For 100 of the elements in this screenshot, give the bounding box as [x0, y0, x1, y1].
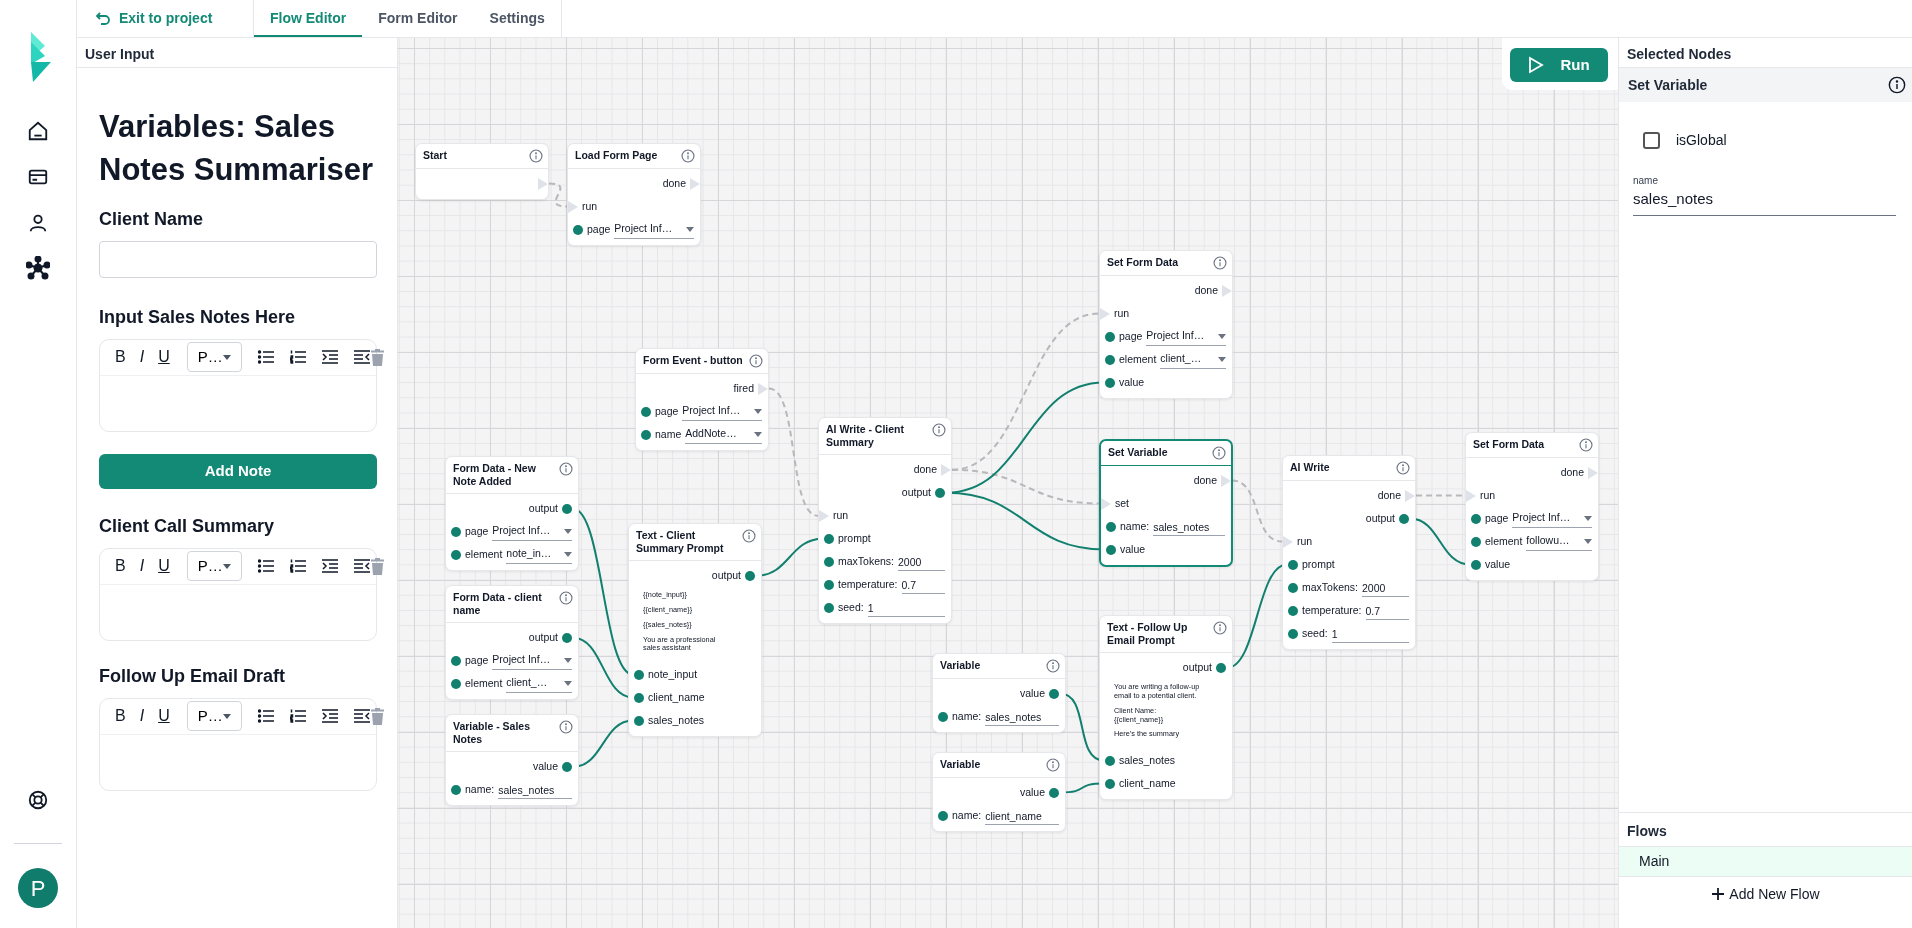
- outdent-icon[interactable]: [354, 709, 370, 724]
- data-port[interactable]: [562, 632, 572, 643]
- flow-node[interactable]: Form Data - New Note Added output page Project Inf… element note_in…: [445, 456, 579, 572]
- data-port[interactable]: [1049, 787, 1059, 798]
- data-port[interactable]: [634, 669, 644, 680]
- node-input-field[interactable]: 1: [867, 598, 945, 617]
- numbered-list-icon[interactable]: [290, 709, 306, 724]
- data-port[interactable]: [573, 224, 583, 235]
- flow-node[interactable]: Set Form Data done run page Project Inf… element client_… value: [1099, 250, 1233, 399]
- flow-node[interactable]: Form Event - button fired page Project Inf… name AddNote…: [635, 348, 769, 451]
- data-port[interactable]: [935, 487, 945, 498]
- editor-tab[interactable]: Form Editor: [362, 0, 474, 37]
- format-button[interactable]: B: [108, 554, 133, 579]
- bullet-list-icon[interactable]: [258, 350, 274, 365]
- node-dropdown[interactable]: followu…: [1526, 532, 1592, 551]
- format-button[interactable]: U: [151, 345, 177, 370]
- data-port[interactable]: [1288, 605, 1298, 616]
- add-note-button[interactable]: Add Note: [99, 453, 377, 489]
- node-dropdown[interactable]: client_…: [1160, 350, 1226, 369]
- data-port[interactable]: [1105, 377, 1115, 388]
- indent-icon[interactable]: [322, 559, 338, 574]
- node-dropdown[interactable]: client_…: [506, 674, 572, 693]
- data-port[interactable]: [824, 602, 834, 613]
- outdent-icon[interactable]: [354, 559, 370, 574]
- data-port[interactable]: [1288, 559, 1298, 570]
- data-port[interactable]: [1105, 354, 1115, 365]
- numbered-list-icon[interactable]: [290, 350, 306, 365]
- node-input-field[interactable]: 0.7: [901, 575, 945, 594]
- data-port[interactable]: [1399, 513, 1409, 524]
- data-port[interactable]: [641, 429, 651, 440]
- node-dropdown[interactable]: note_in…: [506, 545, 572, 564]
- block-format-dropdown[interactable]: P…: [186, 342, 242, 373]
- block-format-dropdown[interactable]: P…: [186, 551, 242, 582]
- flow-node[interactable]: Variable - Sales Notes value name: sales_notes: [445, 714, 579, 807]
- format-button[interactable]: U: [151, 554, 177, 579]
- editor-tab[interactable]: Settings: [473, 0, 561, 37]
- data-port[interactable]: [938, 810, 948, 821]
- node-dropdown[interactable]: Project Inf…: [614, 220, 694, 239]
- node-input-field[interactable]: sales_notes: [498, 780, 572, 799]
- user-icon[interactable]: [27, 212, 49, 234]
- data-port[interactable]: [745, 570, 755, 581]
- data-port[interactable]: [634, 715, 644, 726]
- format-button[interactable]: I: [132, 704, 152, 729]
- home-icon[interactable]: [27, 120, 49, 142]
- flow-node[interactable]: Form Data - client name output page Project Inf… element client_…: [445, 585, 579, 701]
- flow-node[interactable]: AI Write - Client Summary done output run prompt maxTokens: 2000 temperature: 0.7 seed: 1: [818, 417, 952, 625]
- data-port[interactable]: [562, 503, 572, 514]
- format-button[interactable]: B: [108, 704, 133, 729]
- node-input-field[interactable]: sales_notes: [985, 707, 1059, 726]
- data-port[interactable]: [1105, 778, 1115, 789]
- data-port[interactable]: [824, 556, 834, 567]
- node-input-field[interactable]: 1: [1331, 624, 1409, 643]
- help-icon[interactable]: [27, 789, 49, 811]
- format-button[interactable]: I: [132, 345, 152, 370]
- flow-item[interactable]: Main: [1619, 845, 1912, 877]
- data-port[interactable]: [1105, 331, 1115, 342]
- data-port[interactable]: [641, 406, 651, 417]
- data-port[interactable]: [1471, 536, 1481, 547]
- exit-to-project-link[interactable]: Exit to project: [77, 0, 246, 37]
- block-format-dropdown[interactable]: P…: [186, 701, 242, 732]
- flow-node[interactable]: AI Write done output run prompt maxTokens: 2000 temperature: 0.7 seed: 1: [1282, 455, 1416, 650]
- data-port[interactable]: [824, 533, 834, 544]
- data-port[interactable]: [451, 549, 461, 560]
- data-port[interactable]: [1106, 521, 1116, 532]
- data-port[interactable]: [634, 692, 644, 703]
- network-icon[interactable]: [26, 256, 50, 280]
- node-dropdown[interactable]: Project Inf…: [492, 651, 572, 670]
- data-port[interactable]: [451, 784, 461, 795]
- data-port[interactable]: [1049, 688, 1059, 699]
- node-input-field[interactable]: 2000: [898, 552, 945, 571]
- flow-node[interactable]: Load Form Page done run page Project Inf…: [567, 143, 701, 246]
- node-input-field[interactable]: sales_notes: [1153, 517, 1225, 536]
- node-dropdown[interactable]: Project Inf…: [1512, 509, 1592, 528]
- data-port[interactable]: [1288, 628, 1298, 639]
- data-port[interactable]: [1471, 559, 1481, 570]
- data-port[interactable]: [451, 655, 461, 666]
- node-dropdown[interactable]: Project Inf…: [492, 522, 572, 541]
- node-dropdown[interactable]: Project Inf…: [1146, 327, 1226, 346]
- info-icon[interactable]: [1888, 76, 1906, 94]
- data-port[interactable]: [938, 711, 948, 722]
- name-field[interactable]: sales_notes: [1633, 188, 1896, 216]
- format-button[interactable]: U: [151, 704, 177, 729]
- data-port[interactable]: [1105, 755, 1115, 766]
- text-input-field[interactable]: [99, 240, 377, 278]
- bullet-list-icon[interactable]: [258, 559, 274, 574]
- node-dropdown[interactable]: AddNote…: [685, 425, 762, 444]
- numbered-list-icon[interactable]: [290, 559, 306, 574]
- data-port[interactable]: [562, 761, 572, 772]
- add-new-flow-button[interactable]: Add New Flow: [1705, 882, 1826, 906]
- editor-tab[interactable]: Flow Editor: [254, 0, 363, 37]
- run-button[interactable]: Run: [1510, 48, 1608, 82]
- checkbox[interactable]: [1643, 132, 1660, 149]
- data-port[interactable]: [1106, 544, 1116, 555]
- data-port[interactable]: [1288, 582, 1298, 593]
- format-button[interactable]: I: [132, 554, 152, 579]
- flow-node[interactable]: Variable value name: client_name: [932, 752, 1066, 832]
- indent-icon[interactable]: [322, 350, 338, 365]
- indent-icon[interactable]: [322, 709, 338, 724]
- flow-node[interactable]: Set Form Data done run page Project Inf… element followu… value: [1465, 432, 1599, 581]
- data-port[interactable]: [451, 526, 461, 537]
